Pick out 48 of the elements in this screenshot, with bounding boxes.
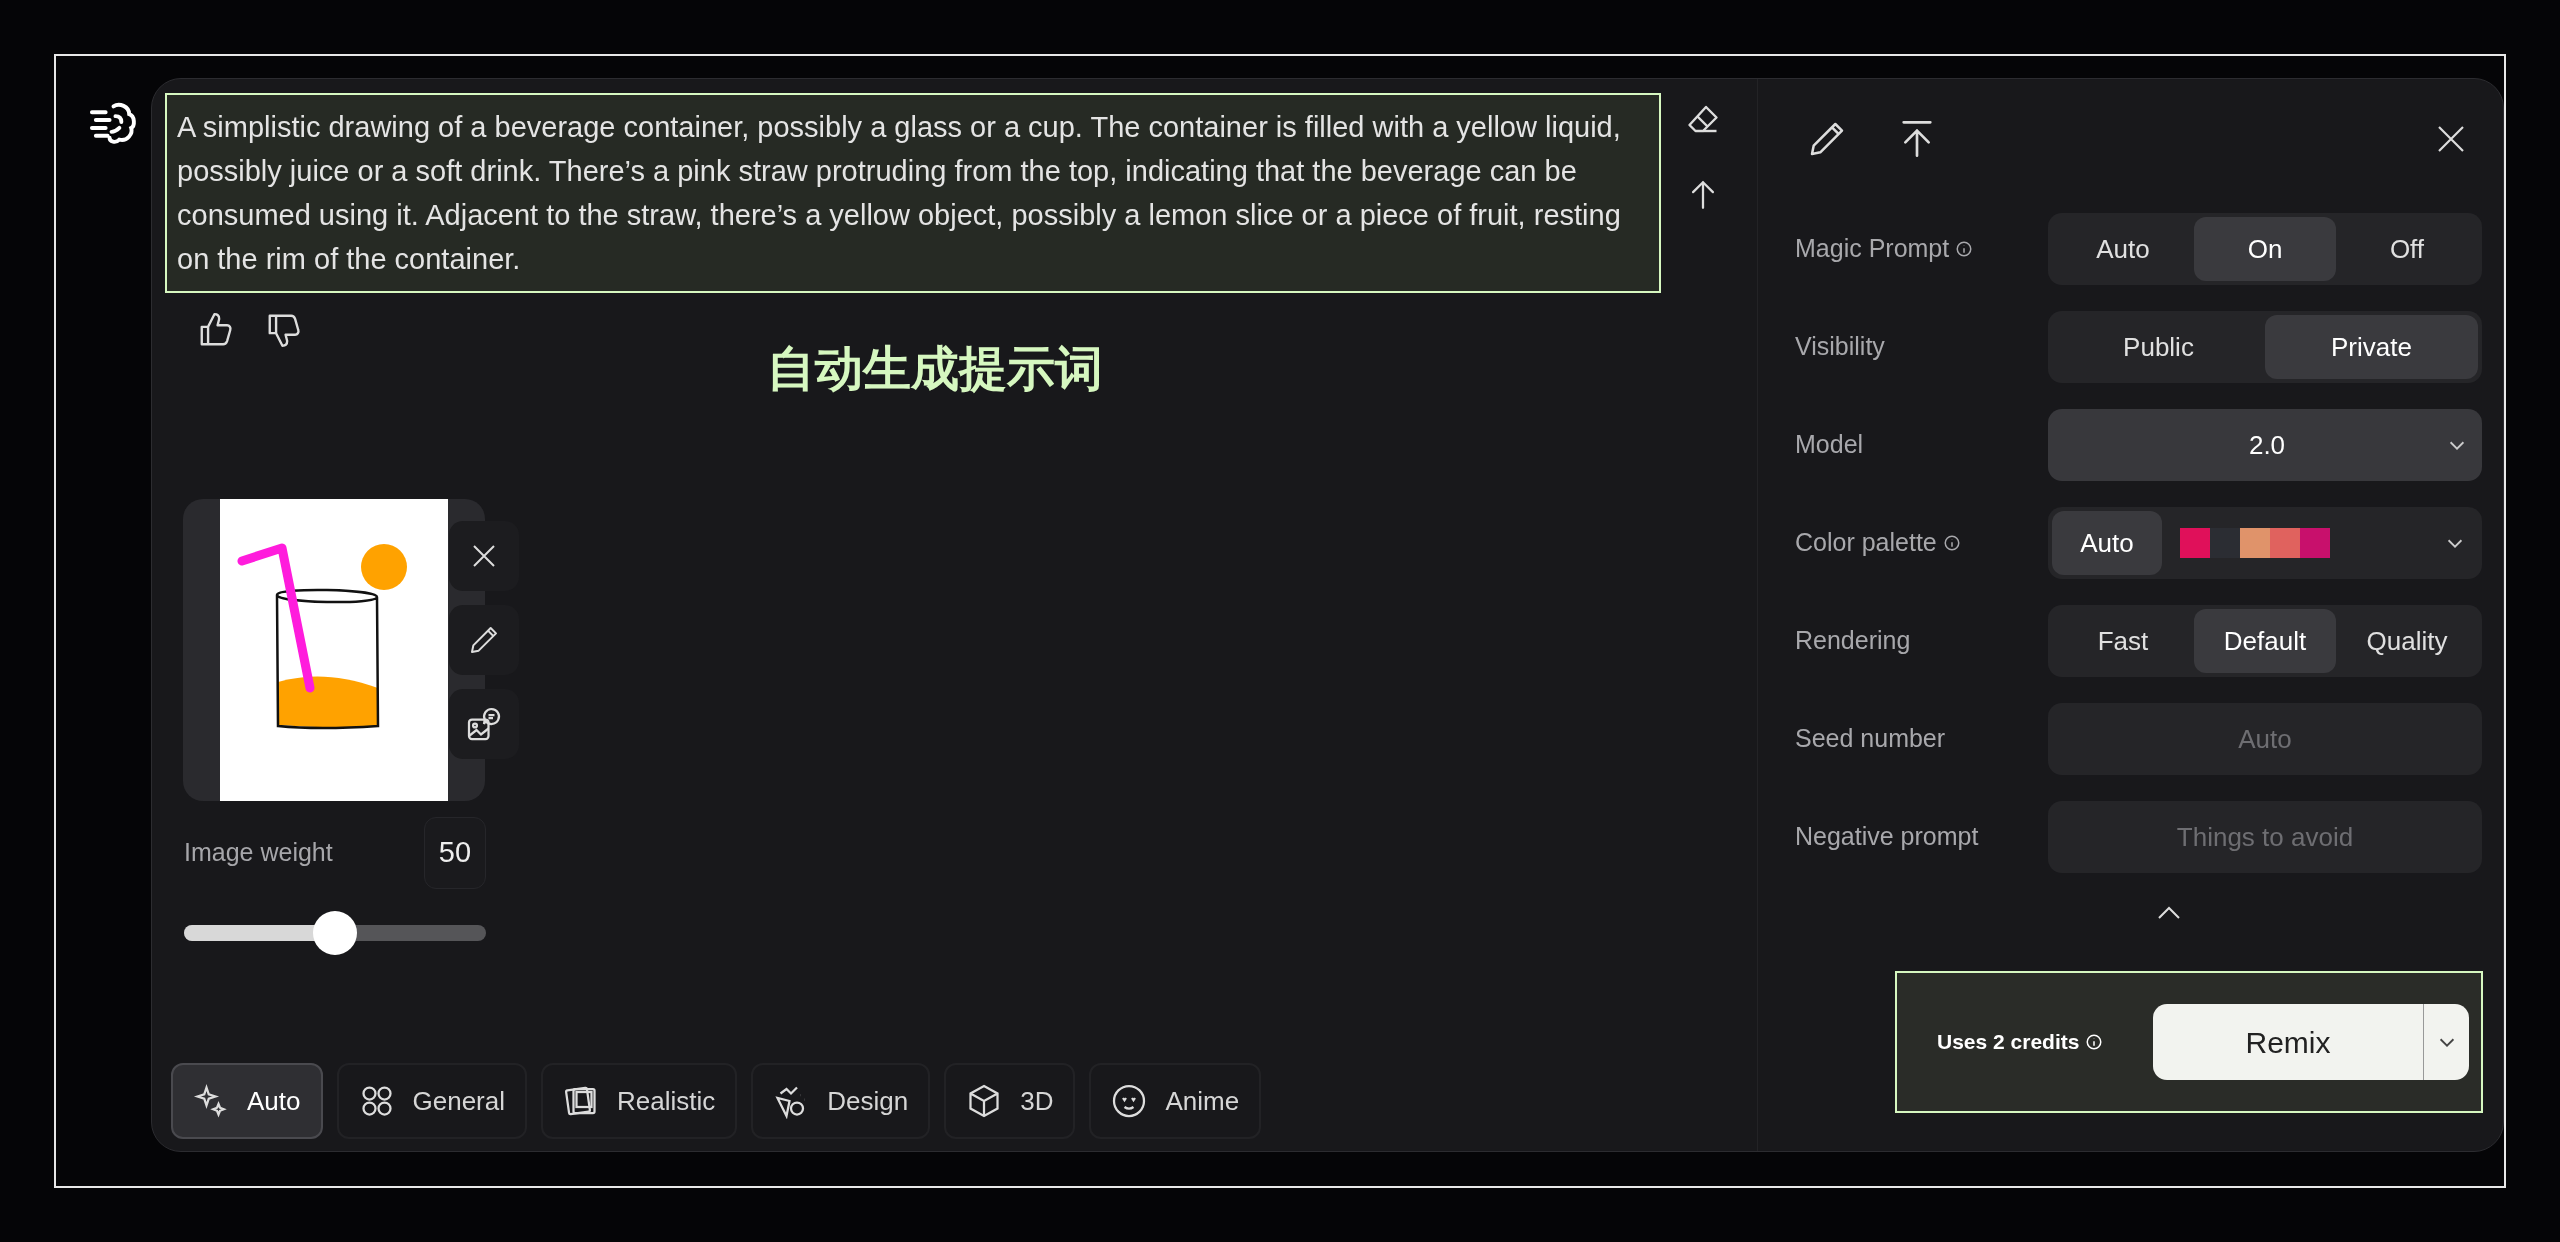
setting-label: Magic Prompt: [1795, 233, 1950, 265]
setting-label: Visibility: [1795, 331, 1885, 363]
text-input[interactable]: Things to avoid: [2048, 801, 2482, 873]
sparkles-icon: [193, 1083, 229, 1119]
color-swatch[interactable]: [2210, 528, 2240, 558]
prompt-text[interactable]: A simplistic drawing of a beverage container, possibly a glass or a cup. The container is filled with a yellow liquid, possibly juice or a soft drink. There’s a pink straw protruding from the top, indicating that the beverage can be consumed using it. Adjacent to the straw, there’s a yellow object, possibly a lemon slice or a piece of fruit, resting on the rim of the container.: [165, 93, 1661, 293]
color-swatch[interactable]: [2180, 528, 2210, 558]
segment-option[interactable]: Public: [2052, 315, 2265, 379]
segment-option[interactable]: Quality: [2336, 609, 2478, 673]
close-button[interactable]: [449, 521, 519, 591]
annotation-caption: 自动生成提示词: [767, 341, 1103, 397]
setting-label: Color palette: [1795, 527, 1937, 559]
setting-label: Model: [1795, 429, 1864, 461]
color-swatch[interactable]: [2270, 528, 2300, 558]
segment-option[interactable]: Private: [2265, 315, 2478, 379]
info-icon[interactable]: [2085, 1033, 2104, 1051]
setting-label: Rendering: [1795, 625, 1911, 657]
remix-button[interactable]: Remix: [2153, 1004, 2423, 1080]
color-swatch[interactable]: [2240, 528, 2270, 558]
pencil-icon: [468, 624, 500, 656]
credits-text: Uses 2 credits: [1937, 1029, 2080, 1056]
style-tab[interactable]: 3D: [944, 1063, 1076, 1139]
info-icon[interactable]: [1942, 534, 1961, 552]
segment-option[interactable]: Fast: [2052, 609, 2194, 673]
setting-label: Negative prompt: [1795, 821, 1979, 853]
segment-option[interactable]: Auto: [2052, 217, 2194, 281]
describe-image-button[interactable]: [449, 689, 519, 759]
edit-button[interactable]: [449, 605, 519, 675]
style-tab[interactable]: Design: [751, 1063, 931, 1139]
text-input[interactable]: Auto: [2048, 703, 2482, 775]
style-tab[interactable]: General: [336, 1063, 527, 1139]
image-weight-input[interactable]: 50: [424, 817, 486, 889]
segment-option[interactable]: Default: [2194, 609, 2336, 673]
image-weight-slider[interactable]: [184, 913, 486, 953]
segment-option[interactable]: Off: [2336, 217, 2478, 281]
model-dropdown[interactable]: 2.0: [2048, 409, 2482, 481]
color-swatch[interactable]: [2300, 528, 2330, 558]
smiley-face-icon: [1111, 1083, 1148, 1119]
style-tab[interactable]: Auto: [171, 1063, 323, 1139]
slider-thumb[interactable]: [313, 911, 357, 955]
image-chat-icon: [466, 706, 502, 742]
style-tab[interactable]: Realistic: [541, 1063, 738, 1139]
image-weight-label: Image weight: [184, 837, 333, 869]
palette-auto-button[interactable]: Auto: [2052, 511, 2162, 575]
style-tab[interactable]: Anime: [1089, 1063, 1262, 1139]
segment-option[interactable]: On: [2194, 217, 2336, 281]
info-icon[interactable]: [1955, 240, 1974, 258]
setting-label: Seed number: [1795, 723, 1946, 755]
